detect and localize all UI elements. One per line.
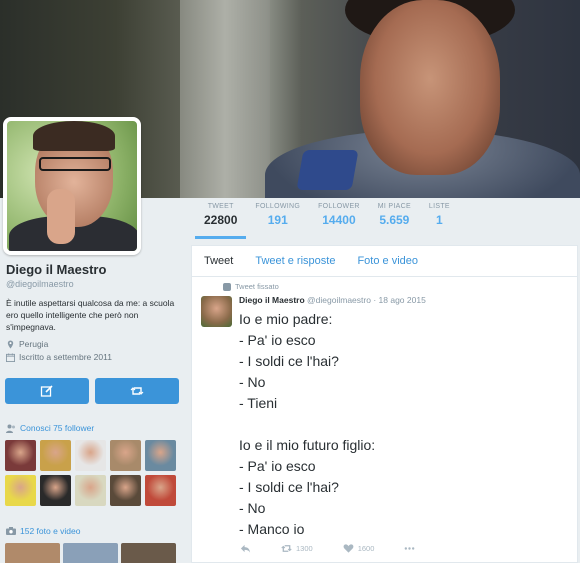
tweet-handle[interactable]: @diegoilmaestro	[307, 295, 371, 305]
follower-avatar[interactable]	[75, 475, 106, 506]
photo-strip	[5, 543, 176, 563]
location-text: Perugia	[19, 339, 49, 349]
tweet-avatar[interactable]	[201, 296, 232, 327]
tweet-line: - I soldi ce l'hai?	[239, 479, 339, 495]
reply-button[interactable]	[240, 543, 251, 554]
follower-avatar[interactable]	[110, 440, 141, 471]
photo-thumbnail[interactable]	[5, 543, 60, 563]
tweet-actions: 1300 1600	[240, 543, 445, 554]
follower-avatar[interactable]	[110, 475, 141, 506]
more-button[interactable]	[404, 543, 415, 554]
photos-videos-link[interactable]: 152 foto e video	[6, 526, 81, 536]
follower-avatar[interactable]	[145, 440, 176, 471]
tab-tweet[interactable]: Tweet	[204, 255, 233, 267]
tweet-line: - I soldi ce l'hai?	[239, 353, 339, 369]
compose-icon	[40, 385, 53, 397]
retweet-button[interactable]: 1300	[281, 543, 313, 554]
profile-actions	[5, 378, 179, 404]
tweet-author[interactable]: Diego il Maestro	[239, 295, 305, 305]
like-button[interactable]: 1600	[343, 543, 375, 554]
profile-handle[interactable]: @diegoilmaestro	[6, 279, 186, 289]
follower-avatar[interactable]	[145, 475, 176, 506]
people-icon	[6, 424, 15, 433]
stat-lists[interactable]: LISTE 1	[420, 203, 459, 239]
tweet-line: - Manco io	[239, 521, 305, 537]
tweet-line: - No	[239, 500, 266, 516]
location-pin-icon	[7, 339, 14, 349]
stat-tweet[interactable]: TWEET 22800	[195, 203, 247, 239]
followers-known-link[interactable]: Conosci 75 follower	[6, 423, 94, 433]
tweet-line: - No	[239, 374, 266, 390]
profile-info: Diego il Maestro @diegoilmaestro È inuti…	[6, 262, 186, 362]
tab-tweet-replies[interactable]: Tweet e risposte	[255, 255, 335, 267]
stat-follower[interactable]: FOLLOWER 14400	[309, 203, 369, 239]
follower-avatar[interactable]	[5, 475, 36, 506]
camera-icon	[6, 527, 16, 535]
tweet-text: Io e mio padre: - Pa' io esco - I soldi ce…	[239, 309, 375, 540]
compose-tweet-button[interactable]	[5, 378, 89, 404]
timeline-tabs: Tweet Tweet e risposte Foto e video	[192, 246, 577, 277]
retweet-count: 1300	[296, 544, 313, 553]
follower-avatar[interactable]	[5, 440, 36, 471]
tweet-line	[239, 414, 375, 435]
tab-photos-videos[interactable]: Foto e video	[357, 255, 418, 267]
tweet-date[interactable]: 18 ago 2015	[379, 295, 426, 305]
like-count: 1600	[357, 544, 375, 553]
photo-thumbnail[interactable]	[121, 543, 176, 563]
joined-text: Iscritto a settembre 2011	[19, 352, 112, 362]
profile-avatar[interactable]	[3, 117, 141, 255]
stat-following[interactable]: FOLLOWING 191	[246, 203, 309, 239]
profile-location: Perugia	[6, 339, 186, 349]
tweet-line: Io e il mio futuro figlio:	[239, 437, 376, 453]
tweet-line: - Pa' io esco	[239, 458, 316, 474]
more-dots-icon	[405, 547, 415, 550]
timeline-panel: Tweet Tweet e risposte Foto e video Twee…	[191, 245, 578, 563]
follower-avatar[interactable]	[40, 475, 71, 506]
profile-stats: TWEET 22800 FOLLOWING 191 FOLLOWER 14400…	[195, 203, 459, 239]
tweet-line: Io e mio padre:	[239, 311, 333, 327]
calendar-icon	[6, 352, 15, 362]
heart-icon	[343, 544, 354, 553]
tweet-header: Diego il Maestro @diegoilmaestro · 18 ag…	[239, 295, 426, 305]
tweet-line: - Pa' io esco	[239, 332, 316, 348]
pinned-label: Tweet fissato	[223, 282, 279, 291]
profile-bio: È inutile aspettarsi qualcosa da me: a s…	[6, 298, 175, 332]
profile-name[interactable]: Diego il Maestro	[6, 262, 186, 277]
retweet-icon	[130, 387, 144, 395]
tweet-line: - Tieni	[239, 395, 278, 411]
follower-avatar[interactable]	[75, 440, 106, 471]
pin-icon	[223, 282, 231, 291]
profile-joined: Iscritto a settembre 2011	[6, 352, 186, 362]
photo-thumbnail[interactable]	[63, 543, 118, 563]
follower-avatar[interactable]	[40, 440, 71, 471]
stat-likes[interactable]: MI PIACE 5.659	[369, 203, 420, 239]
follower-grid	[5, 440, 180, 506]
retweet-icon	[281, 545, 292, 552]
retweet-profile-button[interactable]	[95, 378, 179, 404]
reply-icon	[240, 544, 251, 553]
